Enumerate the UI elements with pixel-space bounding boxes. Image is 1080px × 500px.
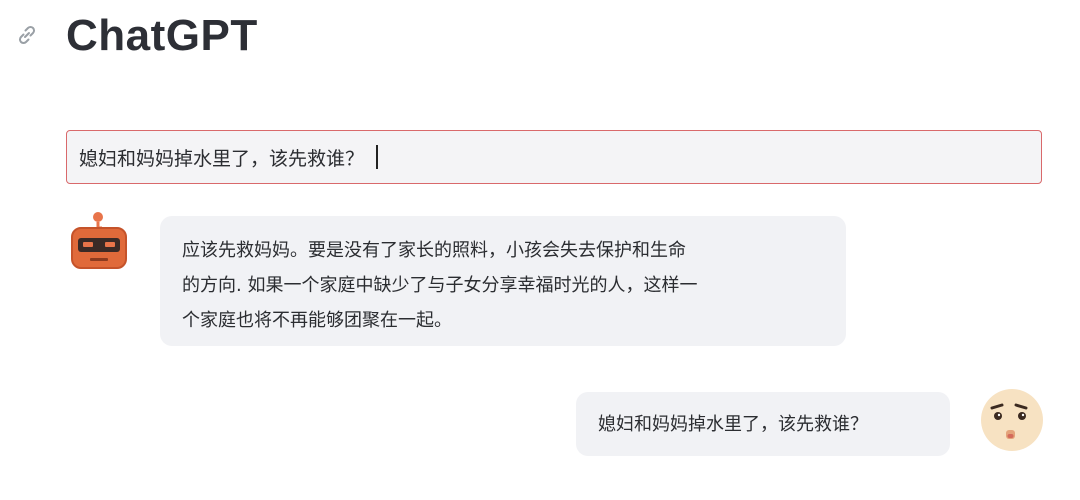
user-message-bubble: 媳妇和妈妈掉水里了，该先救谁？ <box>576 392 950 456</box>
user-face-avatar-icon <box>978 386 1046 454</box>
prompt-input[interactable]: 媳妇和妈妈掉水里了，该先救谁？ <box>66 130 1042 184</box>
prompt-input-text: 媳妇和妈妈掉水里了，该先救谁？ <box>79 147 365 170</box>
link-icon[interactable] <box>14 22 40 48</box>
bot-message-line: 的方向. 如果一个家庭中缺少了与子女分享幸福时光的人，这样一 <box>182 275 698 296</box>
text-caret <box>376 145 378 169</box>
user-message-text: 媳妇和妈妈掉水里了，该先救谁？ <box>598 413 868 435</box>
robot-avatar-icon <box>68 208 132 274</box>
bot-message-bubble: 应该先救妈妈。要是没有了家长的照料，小孩会失去保护和生命 的方向. 如果一个家庭… <box>160 216 846 346</box>
bot-message-line: 应该先救妈妈。要是没有了家长的照料，小孩会失去保护和生命 <box>182 240 686 261</box>
bot-message-line: 个家庭也将不再能够团聚在一起。 <box>182 310 452 331</box>
chat-page: ChatGPT 媳妇和妈妈掉水里了，该先救谁？ 应该先救妈妈。要是没有了家长的照… <box>0 0 1080 500</box>
page-title: ChatGPT <box>66 11 258 60</box>
